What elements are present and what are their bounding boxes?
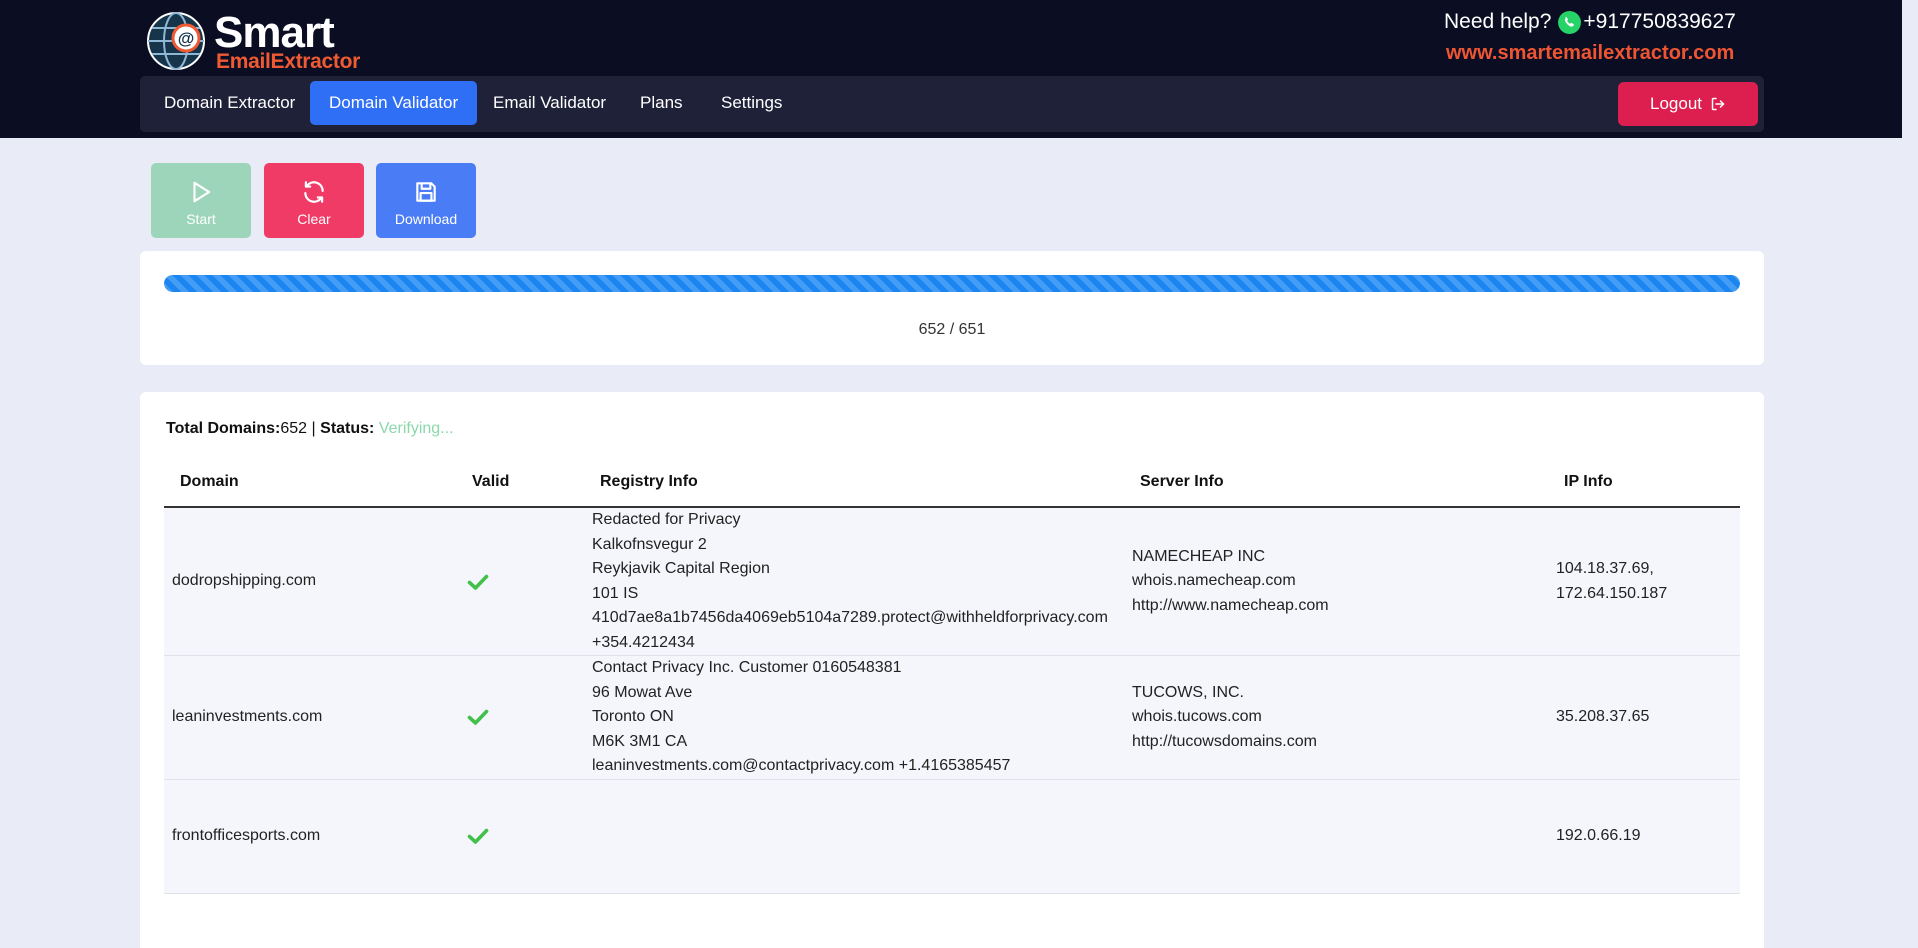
- refresh-icon: [304, 180, 324, 203]
- cell-domain: dodropshipping.com: [172, 572, 317, 590]
- header-registry-info[interactable]: Registry Info: [592, 458, 1132, 508]
- cell-domain: frontofficesports.com: [172, 826, 321, 844]
- progress-bar-fill: [164, 275, 1740, 292]
- cell-domain: leaninvestments.com: [172, 708, 323, 725]
- header-server-info[interactable]: Server Info: [1132, 458, 1556, 508]
- brand-subname: EmailExtractor: [216, 50, 361, 73]
- start-label: Start: [186, 210, 216, 227]
- help-text: Need help?: [1444, 10, 1552, 33]
- registry-line: leaninvestments.com@contactprivacy.com +…: [592, 757, 1011, 774]
- total-domains-label: Total Domains:: [166, 420, 281, 437]
- table-body: dodropshipping.com Redacted for Privacy Ka…: [164, 507, 1740, 893]
- clear-button[interactable]: Clear: [264, 163, 364, 238]
- header-domain[interactable]: Domain: [164, 458, 464, 508]
- check-icon: [467, 574, 489, 590]
- cell-ip-info: 35.208.37.65: [1556, 656, 1740, 780]
- registry-line: 410d7ae8a1b7456da4069eb5104a7289.protect…: [592, 609, 1108, 626]
- start-button[interactable]: Start: [151, 163, 251, 238]
- download-button[interactable]: Download: [376, 163, 476, 238]
- server-line: TUCOWS, INC.: [1132, 683, 1244, 701]
- main-nav: Domain Extractor Domain Validator Email …: [140, 76, 1764, 132]
- ip-line: 35.208.37.65: [1556, 708, 1650, 725]
- nav-plans[interactable]: Plans: [621, 81, 702, 125]
- download-label: Download: [394, 210, 458, 227]
- cell-ip-info: 104.18.37.69, 172.64.150.187: [1556, 507, 1740, 656]
- save-icon: [416, 181, 436, 202]
- cell-registry-info: [592, 779, 1132, 893]
- check-icon: [467, 709, 489, 726]
- svg-text:@: @: [178, 29, 195, 48]
- check-icon: [467, 828, 489, 844]
- whatsapp-icon[interactable]: [1557, 10, 1582, 35]
- registry-line: Contact Privacy Inc. Customer 0160548381: [592, 659, 902, 676]
- help-phone[interactable]: +917750839627: [1583, 8, 1735, 36]
- registry-line: Redacted for Privacy: [592, 511, 741, 528]
- cell-server-info: NAMECHEAP INC whois.namecheap.com http://w…: [1132, 507, 1556, 656]
- registry-line: Reykjavik Capital Region: [592, 560, 770, 577]
- registry-line: +354.4212434: [592, 633, 695, 651]
- cell-registry-info: Redacted for Privacy Kalkofnsvegur 2 Reykj…: [592, 507, 1132, 656]
- nav-domain-extractor[interactable]: Domain Extractor: [145, 81, 314, 125]
- progress-card: 652 / 651: [140, 251, 1764, 365]
- table-header-row: Domain Valid Registry Info Server Info I…: [164, 458, 1740, 508]
- nav-settings[interactable]: Settings: [702, 81, 801, 125]
- server-line: whois.namecheap.com: [1132, 572, 1296, 590]
- cell-ip-info: 192.0.66.19: [1556, 779, 1740, 893]
- globe-at-icon: @: [147, 12, 205, 70]
- header-valid[interactable]: Valid: [464, 458, 592, 508]
- results-card: Total Domains:652 | Status: Verifying...…: [140, 392, 1764, 948]
- clear-label: Clear: [297, 210, 331, 227]
- cell-server-info: [1132, 779, 1556, 893]
- cell-server-info: TUCOWS, INC. whois.tucows.com http://tucow…: [1132, 656, 1556, 780]
- logout-button[interactable]: Logout: [1618, 82, 1758, 126]
- logout-icon: [1711, 97, 1725, 111]
- table-row[interactable]: frontofficesports.com 192.0.66.19: [164, 779, 1740, 893]
- status-label: Status:: [320, 420, 375, 437]
- logout-label: Logout: [1650, 94, 1702, 113]
- total-domains-value: 652: [280, 420, 308, 437]
- server-line: http://tucowsdomains.com: [1132, 732, 1317, 750]
- header-ip-info[interactable]: IP Info: [1556, 458, 1740, 508]
- ip-line: 192.0.66.19: [1556, 826, 1641, 844]
- ip-line: 172.64.150.187: [1556, 584, 1668, 602]
- registry-line: M6K 3M1 CA: [592, 732, 688, 750]
- website-link[interactable]: www.smartemailextractor.com: [1446, 41, 1734, 65]
- nav-domain-validator[interactable]: Domain Validator: [310, 81, 478, 125]
- server-line: http://www.namecheap.com: [1132, 596, 1329, 614]
- table-row[interactable]: dodropshipping.com Redacted for Privacy Ka…: [164, 507, 1740, 656]
- results-table: Domain Valid Registry Info Server Info I…: [164, 458, 1740, 894]
- registry-line: Kalkofnsvegur 2: [592, 535, 707, 553]
- registry-line: 101 IS: [592, 584, 639, 602]
- cell-valid: [464, 507, 592, 656]
- results-summary: Total Domains:652 | Status: Verifying...: [166, 420, 454, 438]
- ip-line: 104.18.37.69,: [1556, 560, 1654, 577]
- summary-separator: |: [311, 420, 316, 437]
- play-icon: [193, 181, 211, 202]
- help-contact: Need help? +917750839627: [1444, 8, 1764, 36]
- table-row[interactable]: leaninvestments.com Contact Privacy Inc. …: [164, 655, 1740, 780]
- registry-line: Toronto ON: [592, 708, 674, 725]
- cell-valid: [464, 779, 592, 893]
- progress-counter: 652 / 651: [918, 321, 986, 338]
- cell-valid: [464, 656, 592, 780]
- cell-registry-info: Contact Privacy Inc. Customer 0160548381…: [592, 656, 1132, 780]
- progress-bar: [164, 275, 1740, 292]
- server-line: whois.tucows.com: [1132, 708, 1262, 725]
- brand-logo[interactable]: @ Smart EmailExtractor: [146, 8, 376, 73]
- status-value: Verifying...: [378, 420, 454, 437]
- nav-email-validator[interactable]: Email Validator: [474, 81, 625, 125]
- top-header: @ Smart EmailExtractor Need help? +91775…: [0, 0, 1902, 138]
- server-line: NAMECHEAP INC: [1132, 547, 1266, 565]
- registry-line: 96 Mowat Ave: [592, 683, 693, 701]
